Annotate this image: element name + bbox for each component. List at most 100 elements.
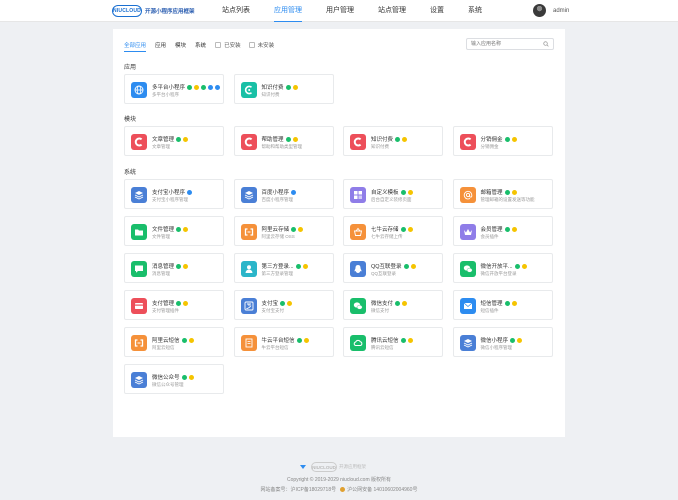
platform-badge-icon — [504, 300, 510, 306]
platform-badge-icon — [395, 300, 401, 306]
platform-badge-icon — [187, 84, 193, 90]
app-card[interactable]: 文件管理 文件管理 — [124, 216, 224, 246]
app-card[interactable]: 微信公众号 微信公众号管理 — [124, 364, 224, 394]
app-description: 后台自定义装修页面 — [371, 197, 412, 202]
logo-mark: NIUCLOUD — [112, 5, 142, 17]
cloud-icon — [350, 335, 366, 351]
platform-badge-icon — [287, 300, 293, 306]
username[interactable]: admin — [553, 8, 569, 14]
app-card[interactable]: 阿里云存储 阿里云存储 OSS — [233, 216, 334, 246]
app-card[interactable]: 分销佣金 分销佣金 — [452, 126, 553, 156]
app-card[interactable]: 微信小程序 微信小程序管理 — [452, 327, 553, 357]
app-card[interactable]: 阿里云短信 阿里云短信 — [124, 327, 224, 357]
app-card[interactable]: 微信开放平... 微信开放平台登录 — [452, 253, 553, 283]
app-card[interactable]: 支付宝小程序 支付宝小程序管理 — [124, 179, 224, 209]
filter-check-0[interactable]: 已安装 — [215, 41, 241, 52]
app-card-title: 会员管理 — [481, 225, 517, 233]
layers-icon — [459, 335, 476, 351]
wechat-icon — [350, 298, 366, 314]
app-card-title: 文件管理 — [152, 225, 189, 233]
filter-tab-1[interactable]: 应用 — [155, 41, 166, 52]
folder-icon — [131, 224, 147, 240]
avatar[interactable] — [533, 4, 546, 17]
platform-badge-icon — [303, 337, 309, 343]
app-card-title: 自定义模板 — [371, 188, 413, 196]
icp-link[interactable]: 网站备案号：沪ICP备18029718号 — [261, 487, 337, 493]
platform-badge-icon — [292, 84, 298, 90]
app-card[interactable]: 自定义模板 后台自定义装修页面 — [343, 179, 443, 209]
app-description: 微信小程序管理 — [480, 345, 513, 350]
app-card[interactable]: 知识付费 知识付费 — [343, 126, 443, 156]
checkbox[interactable] — [215, 42, 222, 48]
app-card[interactable]: 腾讯云短信 腾讯云短信 — [343, 327, 443, 357]
app-card[interactable]: 百度小程序 百度小程序管理 — [233, 179, 334, 209]
app-name: 自定义模板 — [371, 190, 399, 196]
search-input[interactable] — [467, 39, 539, 49]
app-card-title: 多平台小程序 — [152, 83, 221, 91]
app-card[interactable]: 会员管理 会员插件 — [452, 216, 553, 246]
sms-doc-icon — [240, 335, 257, 351]
app-card-title: 知识付费 — [371, 135, 408, 143]
platform-badge-icon — [504, 189, 510, 195]
footer-brand-mark: NIUCLOUD — [311, 462, 337, 472]
app-card-title: 支付宝 — [262, 299, 293, 307]
app-card[interactable]: 帮助管理 帮助和帮助类型管理 — [233, 126, 334, 156]
nav-item-5[interactable]: 系统 — [468, 0, 482, 22]
app-card[interactable]: 牛云平台短信 牛云平台短信 — [233, 327, 334, 357]
nav-item-1[interactable]: 应用管理 — [274, 0, 302, 22]
c-letter-icon — [131, 134, 147, 150]
filter-tab-3[interactable]: 系统 — [195, 41, 206, 52]
platform-badge-icon — [188, 374, 194, 380]
platform-badge-icon — [511, 226, 517, 232]
platform-badge-icon — [400, 226, 406, 232]
nav-item-3[interactable]: 站点管理 — [378, 0, 406, 22]
logo-text: 开源小程序应用框架 — [145, 9, 195, 15]
app-description: 分销佣金 — [480, 144, 499, 149]
app-name: 微信支付 — [371, 301, 394, 307]
app-name: 牛云平台短信 — [261, 338, 295, 344]
copyright-text: Copyright © 2019-2029 niucloud.com 版权所有 — [286, 477, 391, 483]
filter-check-1[interactable]: 未安装 — [248, 41, 274, 52]
app-card[interactable]: 支付宝 支付宝支付 — [233, 290, 334, 320]
checkbox[interactable] — [248, 42, 255, 48]
app-card[interactable]: 支付管理 支付管理插件 — [124, 290, 224, 320]
police-link[interactable]: 沪公网安备 14010602004960号 — [347, 487, 417, 493]
filter-tab-0[interactable]: 全部应用 — [124, 41, 147, 52]
platform-badge-icon — [285, 84, 291, 90]
app-card[interactable]: 邮箱管理 管理邮箱的设置发送等功能 — [452, 179, 553, 209]
user-menu[interactable]: admin — [533, 4, 569, 17]
app-card-title: 微信支付 — [371, 299, 408, 307]
app-card-title: QQ互联登录 — [371, 262, 416, 270]
app-description: 支付管理插件 — [152, 308, 179, 313]
app-card[interactable]: 消息管理 消息管理 — [124, 253, 224, 283]
app-card[interactable]: 七牛云存储 七牛云存储上传 — [343, 216, 443, 246]
search-box[interactable] — [466, 38, 554, 50]
app-card[interactable]: 微信支付 微信支付 — [343, 290, 443, 320]
platform-badge-icon — [504, 226, 510, 232]
app-card[interactable]: 短信管理 短信插件 — [452, 290, 553, 320]
app-card[interactable]: 文章管理 文章管理 — [124, 126, 224, 156]
app-card-title: 第三方登录... — [262, 262, 308, 270]
app-card[interactable]: QQ互联登录 QQ互联登录 — [343, 253, 443, 283]
app-name: 知识付费 — [371, 137, 394, 143]
alipay-icon — [240, 298, 257, 314]
app-description: 会员插件 — [480, 234, 499, 239]
logo[interactable]: NIUCLOUD 开源小程序应用框架 — [112, 5, 195, 17]
nav-item-0[interactable]: 站点列表 — [222, 0, 250, 22]
knowledge-icon — [240, 82, 257, 98]
app-description: 管理邮箱的设置发送等功能 — [480, 197, 535, 202]
search-icon[interactable] — [543, 41, 549, 47]
platform-badge-icon — [400, 189, 406, 195]
app-name: QQ互联登录 — [371, 264, 402, 270]
platform-badge-icon — [188, 337, 194, 343]
main-nav: 站点列表 应用管理 用户管理 站点管理 设置 系统 — [222, 0, 506, 22]
app-name: 文章管理 — [152, 137, 175, 143]
app-card[interactable]: 知识付费 知识付费 — [233, 74, 334, 104]
platform-badge-icon — [410, 263, 416, 269]
app-card[interactable]: 第三方登录... 第三方登录管理 — [233, 253, 334, 283]
user-icon — [240, 261, 257, 277]
nav-item-2[interactable]: 用户管理 — [326, 0, 354, 22]
filter-tab-2[interactable]: 模块 — [175, 41, 186, 52]
app-card[interactable]: 多平台小程序 多平台小程序 — [124, 74, 224, 104]
nav-item-4[interactable]: 设置 — [430, 0, 444, 22]
